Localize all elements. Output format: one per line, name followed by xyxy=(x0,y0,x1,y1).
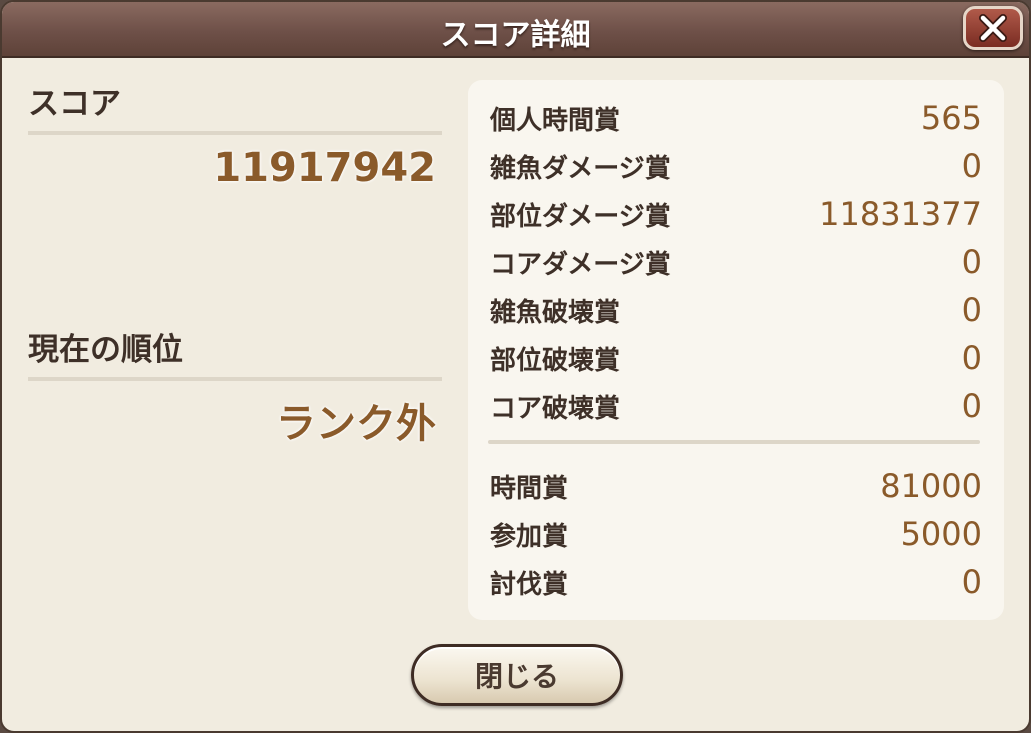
bonus-row: 討伐賞 0 xyxy=(490,562,982,602)
bonus-label: 参加賞 xyxy=(490,521,569,552)
breakdown-value: 0 xyxy=(961,243,982,281)
bonus-row: 参加賞 5000 xyxy=(490,514,982,554)
score-label: スコア xyxy=(28,78,442,135)
breakdown-value: 0 xyxy=(961,291,982,329)
breakdown-label: 部位ダメージ賞 xyxy=(490,201,671,232)
bonus-value: 5000 xyxy=(900,515,982,553)
breakdown-value: 0 xyxy=(961,147,982,185)
score-value: 11917942 xyxy=(213,145,436,191)
breakdown-row: 個人時間賞 565 xyxy=(490,98,982,138)
breakdown-label: 個人時間賞 xyxy=(490,105,621,136)
breakdown-label: コア破壊賞 xyxy=(490,393,621,424)
breakdown-row: 部位ダメージ賞 11831377 xyxy=(490,194,982,234)
breakdown-row: 雑魚破壊賞 0 xyxy=(490,290,982,330)
bonus-label: 討伐賞 xyxy=(490,569,569,600)
bonus-value: 0 xyxy=(961,563,982,601)
title-bar: スコア詳細 xyxy=(2,2,1029,58)
rank-label: 現在の順位 xyxy=(28,324,442,381)
breakdown-value: 11831377 xyxy=(819,195,982,233)
breakdown-value: 0 xyxy=(961,339,982,377)
breakdown-label: 雑魚破壊賞 xyxy=(490,297,621,328)
bonus-label: 時間賞 xyxy=(490,473,569,504)
breakdown-label: コアダメージ賞 xyxy=(490,249,671,280)
breakdown-row: コア破壊賞 0 xyxy=(490,386,982,426)
score-section: スコア 11917942 xyxy=(28,78,442,191)
panel-divider xyxy=(488,440,980,444)
close-button[interactable]: 閉じる xyxy=(411,644,623,706)
breakdown-label: 雑魚ダメージ賞 xyxy=(490,153,671,184)
dialog-title: スコア詳細 xyxy=(440,18,591,53)
rank-section: 現在の順位 ランク外 xyxy=(28,324,442,449)
bonus-row: 時間賞 81000 xyxy=(490,466,982,506)
breakdown-row: コアダメージ賞 0 xyxy=(490,242,982,282)
bonus-value: 81000 xyxy=(880,467,982,505)
score-breakdown-panel: 個人時間賞 565 雑魚ダメージ賞 0 部位ダメージ賞 11831377 コアダ… xyxy=(468,80,1004,620)
breakdown-value: 565 xyxy=(920,99,982,137)
breakdown-value: 0 xyxy=(961,387,982,425)
close-x-icon xyxy=(979,14,1007,42)
rank-value: ランク外 xyxy=(276,401,436,447)
breakdown-row: 部位破壊賞 0 xyxy=(490,338,982,378)
close-x-button[interactable] xyxy=(963,6,1023,50)
breakdown-row: 雑魚ダメージ賞 0 xyxy=(490,146,982,186)
breakdown-label: 部位破壊賞 xyxy=(490,345,621,376)
score-detail-dialog: スコア詳細 スコア 11917942 現在の順位 ランク外 個人時間賞 565 … xyxy=(0,0,1031,733)
